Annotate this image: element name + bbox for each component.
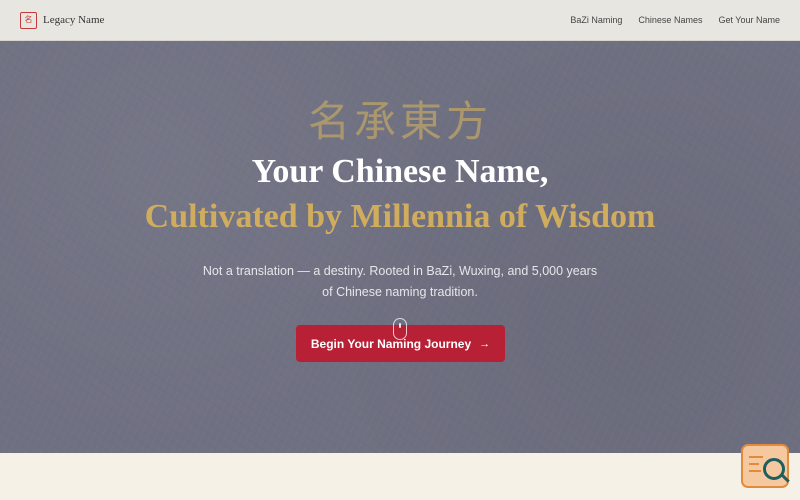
seal-logo-icon: 名 xyxy=(20,11,37,29)
hero-description-line-1: Not a translation — a destiny. Rooted in… xyxy=(202,264,598,278)
nav-link-bazi-naming[interactable]: BaZi Naming xyxy=(570,15,622,25)
magnifier-icon xyxy=(763,458,785,480)
hero-chinese-heading: 名承東方 xyxy=(307,97,492,146)
nav-link-get-your-name[interactable]: Get Your Name xyxy=(718,15,780,25)
widget-lines-icon xyxy=(749,456,763,477)
main-nav: BaZi Naming Chinese Names Get Your Name xyxy=(570,15,780,25)
search-widget-button[interactable] xyxy=(741,444,789,488)
hero-title: Your Chinese Name, xyxy=(251,153,549,190)
scroll-mouse-icon xyxy=(393,318,407,340)
brand-logo-link[interactable]: 名 Legacy Name xyxy=(20,11,105,29)
nav-link-chinese-names[interactable]: Chinese Names xyxy=(638,15,702,25)
brand-name: Legacy Name xyxy=(43,14,105,26)
hero-description-line-2: of Chinese naming tradition. xyxy=(322,285,478,299)
hero-subtitle: Cultivated by Millennia of Wisdom xyxy=(144,198,656,235)
hero-section: 名承東方 Your Chinese Name, Cultivated by Mi… xyxy=(0,41,800,453)
cta-label: Begin Your Naming Journey xyxy=(310,336,472,351)
site-header: 名 Legacy Name BaZi Naming Chinese Names … xyxy=(0,0,800,41)
next-section xyxy=(0,453,800,500)
arrow-right-icon: → xyxy=(479,337,491,350)
hero-description: Not a translation — a destiny. Rooted in… xyxy=(0,261,800,303)
